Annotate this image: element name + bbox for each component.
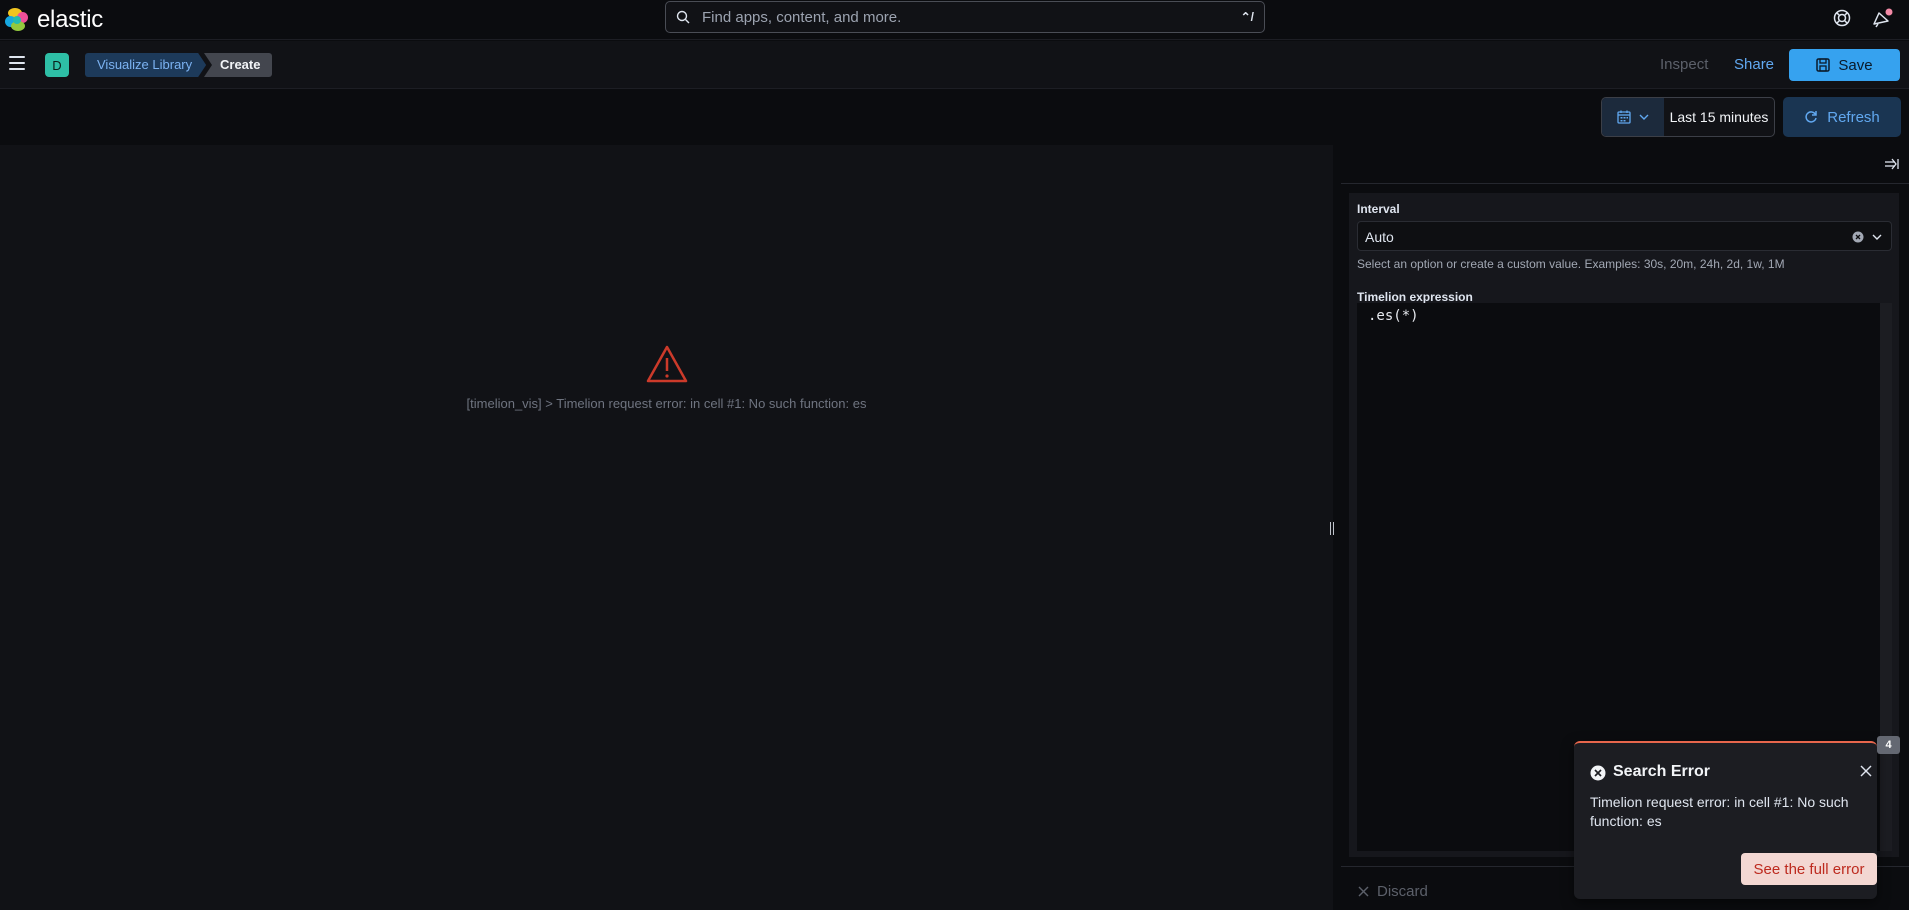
quick-select-button[interactable] <box>1602 98 1664 136</box>
help-icon[interactable] <box>1832 8 1852 28</box>
interval-label: Interval <box>1357 202 1400 216</box>
visualization-error: [timelion_vis] > Timelion request error:… <box>0 345 1333 411</box>
toast-count-badge: 4 <box>1877 736 1900 754</box>
discard-button[interactable]: Discard <box>1358 883 1428 900</box>
top-header: elastic Find apps, content, and more. ⌃/ <box>0 0 1909 40</box>
elastic-logo[interactable]: elastic <box>5 6 103 34</box>
refresh-label: Refresh <box>1827 108 1880 126</box>
clear-icon[interactable] <box>1852 231 1864 243</box>
inspect-link[interactable]: Inspect <box>1660 56 1708 73</box>
save-label: Save <box>1838 56 1873 74</box>
share-link[interactable]: Share <box>1734 56 1774 73</box>
collapse-sidebar-icon[interactable] <box>1884 157 1900 176</box>
refresh-icon <box>1805 111 1817 123</box>
newsfeed-icon[interactable] <box>1871 8 1893 28</box>
close-icon[interactable] <box>1860 765 1872 777</box>
date-range-label[interactable]: Last 15 minutes <box>1664 98 1774 136</box>
query-bar: Last 15 minutes Refresh <box>0 89 1909 145</box>
save-button[interactable]: Save <box>1789 49 1900 81</box>
chevron-down-icon <box>1639 114 1649 120</box>
see-full-error-button[interactable]: See the full error <box>1741 853 1877 885</box>
refresh-button[interactable]: Refresh <box>1783 97 1901 137</box>
breadcrumb-visualize-library[interactable]: Visualize Library <box>85 53 206 77</box>
menu-icon[interactable] <box>9 56 25 70</box>
discard-label: Discard <box>1377 883 1428 900</box>
error-icon <box>1590 765 1606 781</box>
interval-combobox[interactable]: Auto <box>1357 221 1892 251</box>
search-shortcut: ⌃/ <box>1240 10 1254 24</box>
visualization-area <box>0 145 1333 910</box>
editor-scrollbar[interactable] <box>1880 303 1892 851</box>
date-picker[interactable]: Last 15 minutes <box>1601 97 1775 137</box>
calendar-icon <box>1617 110 1631 124</box>
close-icon <box>1358 886 1369 897</box>
error-message: [timelion_vis] > Timelion request error:… <box>466 396 867 411</box>
search-icon <box>676 10 690 24</box>
chevron-down-icon[interactable] <box>1872 234 1882 240</box>
app-navbar: D Visualize Library Create Inspect Share… <box>0 41 1909 89</box>
search-error-toast: Search Error Timelion request error: in … <box>1574 741 1877 899</box>
global-search-input[interactable]: Find apps, content, and more. ⌃/ <box>665 1 1265 33</box>
brand-name: elastic <box>37 6 103 33</box>
toast-title: Search Error <box>1613 763 1710 780</box>
interval-value: Auto <box>1365 229 1394 245</box>
sidebar-divider <box>1341 183 1909 184</box>
elastic-logo-icon <box>5 8 29 32</box>
warning-icon <box>646 345 687 383</box>
search-placeholder: Find apps, content, and more. <box>702 8 902 26</box>
save-icon <box>1816 58 1831 72</box>
expression-code: .es(*) <box>1368 308 1419 324</box>
breadcrumb-create: Create <box>204 53 273 77</box>
space-avatar[interactable]: D <box>45 53 69 77</box>
toast-message: Timelion request error: in cell #1: No s… <box>1590 794 1849 829</box>
interval-help-text: Select an option or create a custom valu… <box>1357 257 1785 271</box>
expression-label: Timelion expression <box>1357 290 1473 304</box>
